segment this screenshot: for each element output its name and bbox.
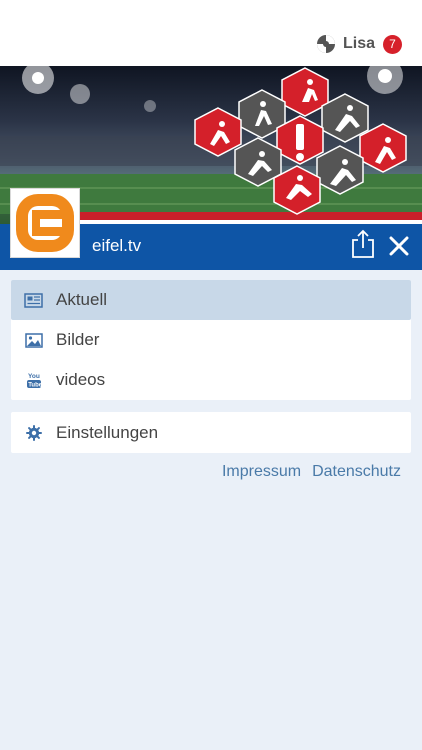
menu-item-videos[interactable]: You Tube videos xyxy=(11,360,411,400)
notification-badge[interactable]: 7 xyxy=(383,34,402,54)
menu-item-label: videos xyxy=(56,370,106,389)
svg-text:You: You xyxy=(28,373,40,380)
gear-icon xyxy=(24,423,43,442)
share-button[interactable] xyxy=(350,229,376,259)
newspaper-icon xyxy=(24,291,43,310)
eifel-e-logo-icon xyxy=(16,194,74,252)
share-icon xyxy=(352,229,374,258)
menu-item-label: Aktuell xyxy=(56,290,108,309)
svg-text:Tube: Tube xyxy=(28,383,42,389)
top-bar: Lisa 7 xyxy=(0,0,422,66)
spinner-icon xyxy=(316,35,335,53)
image-icon xyxy=(24,331,43,350)
menu-item-bilder[interactable]: Bilder xyxy=(11,320,411,360)
brand-title: eifel.tv xyxy=(92,236,142,255)
menu-item-einstellungen[interactable]: Einstellungen xyxy=(11,412,411,453)
footer-links: Impressum Datenschutz xyxy=(222,463,401,481)
close-button[interactable] xyxy=(387,234,411,258)
close-icon xyxy=(389,236,409,256)
user-name: Lisa xyxy=(342,35,375,52)
settings-card: Einstellungen xyxy=(11,412,411,453)
datenschutz-link[interactable]: Datenschutz xyxy=(312,463,401,481)
main-menu: Aktuell Bilder You Tube videos xyxy=(11,280,411,400)
menu-item-label: Bilder xyxy=(56,330,100,349)
eifel-logo xyxy=(10,188,80,258)
user-account[interactable]: Lisa 7 xyxy=(316,32,402,56)
impressum-link[interactable]: Impressum xyxy=(222,463,301,481)
menu-item-aktuell[interactable]: Aktuell xyxy=(11,280,411,320)
menu-item-label: Einstellungen xyxy=(56,422,159,442)
youtube-icon: You Tube xyxy=(24,371,43,390)
